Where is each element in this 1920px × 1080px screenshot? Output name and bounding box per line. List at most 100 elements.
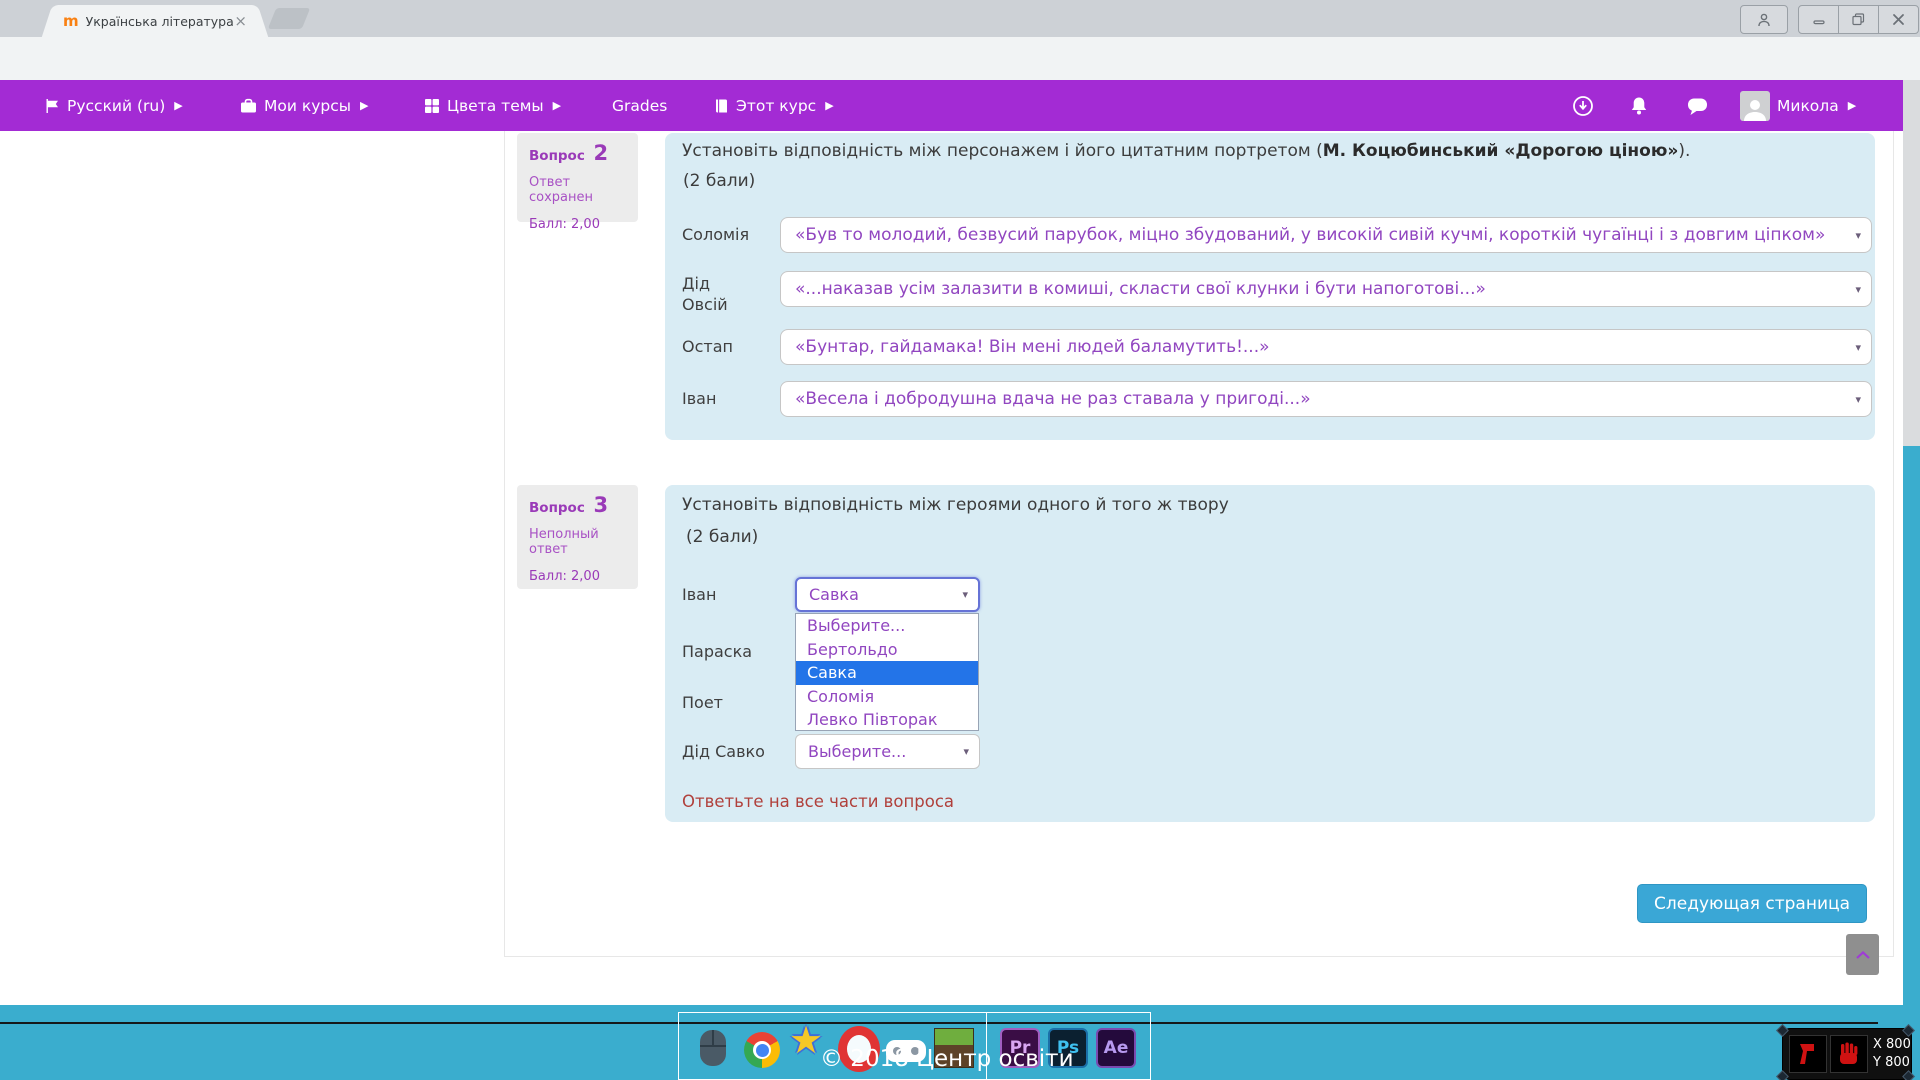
circle-down-arrow-icon: [1572, 95, 1594, 117]
question-3-prompt: Установіть відповідність між героями одн…: [682, 495, 1229, 515]
scrollbar-track[interactable]: [1903, 446, 1920, 1080]
tab-close-icon[interactable]: ×: [234, 12, 247, 30]
question-number: Вопрос 3: [529, 493, 626, 517]
match-label: Дід Овсій: [682, 273, 752, 315]
match-select[interactable]: «Був то молодий, безвусий парубок, міцно…: [780, 217, 1872, 253]
star-icon[interactable]: ★: [789, 1018, 823, 1062]
user-name: Микола: [1777, 97, 1839, 115]
user-menu[interactable]: Микола ▶: [1740, 80, 1856, 131]
match-label: Іван: [682, 577, 716, 612]
briefcase-icon: [240, 98, 257, 114]
match-select[interactable]: Выберите... ▾: [795, 734, 980, 769]
overlay-hand-icon: [1830, 1035, 1868, 1073]
nav-this-course-label: Этот курс: [736, 97, 816, 115]
chevron-up-icon: [1855, 950, 1871, 960]
close-icon[interactable]: [1878, 6, 1918, 33]
dropdown-option-highlighted[interactable]: Савка: [796, 661, 978, 685]
tab-title: Українська література 8,: [86, 14, 235, 29]
next-page-button[interactable]: Следующая страница: [1637, 884, 1867, 923]
overlay-boot-icon: [1789, 1035, 1827, 1073]
match-select[interactable]: «...наказав усім залазити в комиші, скла…: [780, 271, 1872, 307]
caret-right-icon: ▶: [360, 99, 368, 112]
dropdown-option[interactable]: Бертольдо: [796, 638, 978, 662]
grid-icon: [424, 98, 440, 114]
browser-window: m Українська література 8, × ← →: [0, 0, 1920, 1080]
caret-right-icon: ▶: [825, 99, 833, 112]
dropdown-option[interactable]: Левко Півторак: [796, 708, 978, 732]
recent-activity-button[interactable]: [1572, 80, 1594, 131]
question-3-info: Вопрос 3 Неполный ответ Балл: 2,00: [517, 485, 638, 589]
flag-icon: [44, 98, 60, 114]
browser-tab[interactable]: m Українська література 8, ×: [55, 5, 255, 37]
messages-button[interactable]: [1686, 80, 1709, 131]
select-value: «Був то молодий, безвусий парубок, міцно…: [795, 225, 1825, 245]
profile-button[interactable]: [1740, 5, 1788, 34]
match-label: Соломія: [682, 217, 749, 253]
match-select[interactable]: «Весела і добродушна вдача не раз ставал…: [780, 381, 1872, 417]
coord-y: Y 800: [1873, 1054, 1911, 1072]
aftereffects-icon[interactable]: Ae: [1096, 1028, 1136, 1068]
nav-theme-colors[interactable]: Цвета темы ▶: [424, 80, 561, 131]
question-number: Вопрос 2: [529, 141, 626, 165]
person-icon: [1742, 97, 1768, 121]
avatar: [1740, 91, 1770, 121]
question-2-panel: Установіть відповідність між персонажем …: [665, 133, 1875, 440]
question-2-prompt: Установіть відповідність між персонажем …: [682, 141, 1690, 161]
nav-language-label: Русский (ru): [67, 97, 165, 115]
nav-grades[interactable]: Grades: [612, 80, 667, 131]
question-2-info: Вопрос 2 Ответ сохранен Балл: 2,00: [517, 133, 638, 222]
book-icon: [714, 98, 729, 114]
nav-language[interactable]: Русский (ru) ▶: [44, 80, 183, 131]
recorder-overlay: X 800 Y 800: [1782, 1028, 1912, 1080]
moodle-logo-icon: m: [63, 12, 79, 30]
question-status: Ответ сохранен: [529, 175, 626, 205]
question-status: Неполный ответ: [529, 527, 626, 557]
caret-right-icon: ▶: [174, 99, 182, 112]
minimize-icon[interactable]: [1799, 6, 1838, 33]
nav-this-course[interactable]: Этот курс ▶: [714, 80, 834, 131]
bell-icon: [1628, 95, 1650, 117]
chrome-icon[interactable]: [744, 1032, 780, 1068]
select-value: «Бунтар, гайдамака! Він мені людей балам…: [795, 337, 1270, 357]
notifications-button[interactable]: [1628, 80, 1650, 131]
dropdown-option[interactable]: Соломія: [796, 685, 978, 709]
nav-my-courses-label: Мои курсы: [264, 97, 351, 115]
cursor-coordinates: X 800 Y 800: [1873, 1036, 1911, 1072]
question-3-panel: Установіть відповідність між героями одн…: [665, 485, 1875, 822]
select-value: «Весела і добродушна вдача не раз ставал…: [795, 389, 1311, 409]
chevron-down-icon: ▾: [962, 588, 968, 601]
scrollbar-thumb[interactable]: [1903, 80, 1920, 446]
incomplete-warning: Ответьте на все части вопроса: [682, 792, 954, 811]
new-tab-button[interactable]: [268, 8, 310, 29]
restore-icon[interactable]: [1838, 6, 1878, 33]
tab-bar: m Українська література 8, ×: [0, 0, 1920, 37]
select-value: Выберите...: [808, 742, 906, 761]
dropdown-option[interactable]: Выберите...: [796, 614, 978, 638]
chevron-down-icon: ▾: [1855, 229, 1861, 242]
coord-x: X 800: [1873, 1036, 1911, 1054]
match-label: Іван: [682, 381, 716, 417]
nav-theme-colors-label: Цвета темы: [447, 97, 544, 115]
question-grade: Балл: 2,00: [529, 217, 626, 232]
question-2-points: (2 бали): [683, 171, 755, 191]
mouse-icon[interactable]: [700, 1030, 726, 1066]
nav-my-courses[interactable]: Мои курсы ▶: [240, 80, 368, 131]
nav-grades-label: Grades: [612, 97, 667, 115]
select-value: Савка: [809, 585, 859, 604]
chevron-down-icon: ▾: [1855, 341, 1861, 354]
chevron-down-icon: ▾: [963, 745, 969, 758]
footer-copyright: © 2018 Центр освіти: [820, 1046, 1074, 1072]
chevron-down-icon: ▾: [1855, 393, 1861, 406]
scroll-top-button[interactable]: [1846, 934, 1879, 975]
match-label: Поет: [682, 693, 723, 712]
dropdown-list: Выберите... Бертольдо Савка Соломія Левк…: [795, 613, 979, 731]
match-label: Параска: [682, 642, 752, 661]
caret-right-icon: ▶: [553, 99, 561, 112]
caret-right-icon: ▶: [1848, 99, 1856, 112]
match-select-open[interactable]: Савка ▾: [795, 577, 980, 612]
person-icon: [1756, 12, 1772, 28]
question-3-points: (2 бали): [686, 527, 758, 547]
match-label: Остап: [682, 329, 733, 365]
browser-toolbar: ← → Защищено | https://new.optima-osvita…: [0, 37, 1920, 80]
match-select[interactable]: «Бунтар, гайдамака! Він мені людей балам…: [780, 329, 1872, 365]
